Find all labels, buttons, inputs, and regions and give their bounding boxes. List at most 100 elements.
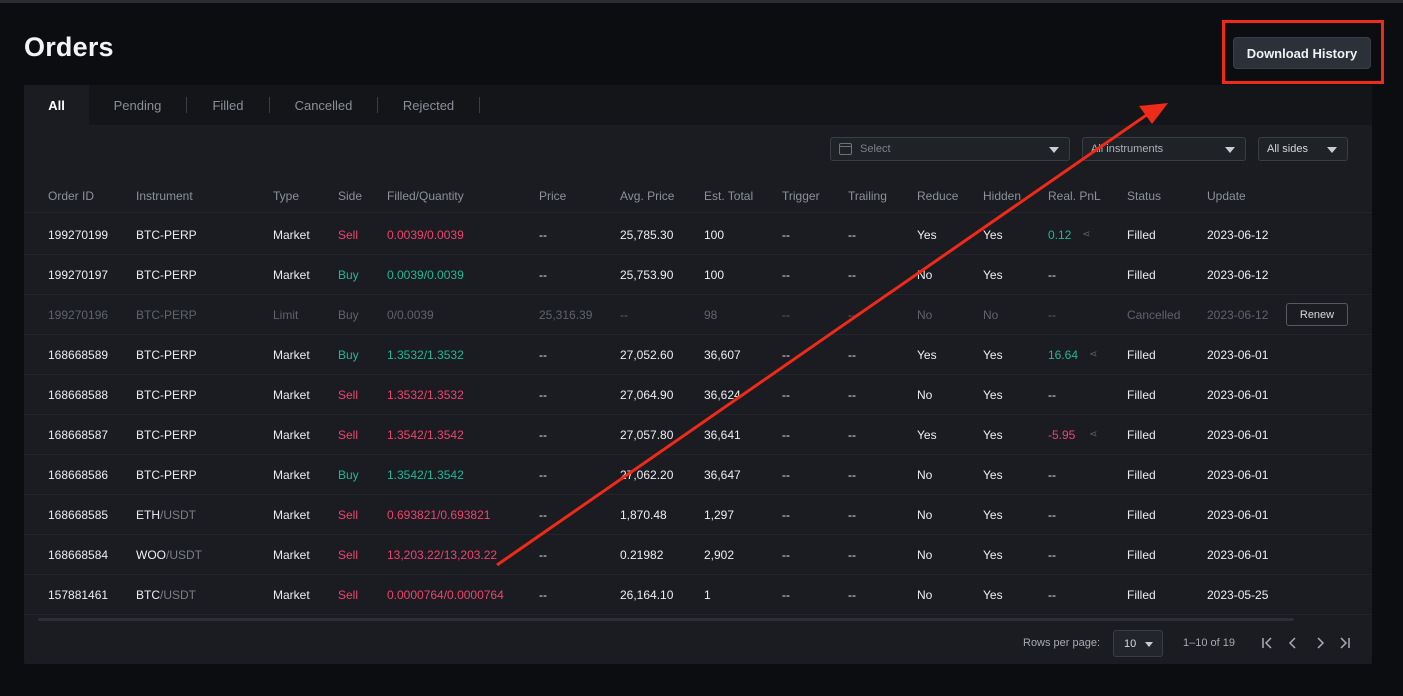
cell-side: Buy: [338, 268, 359, 282]
cell-status: Filled: [1127, 268, 1156, 282]
instrument-base: BTC-PERP: [136, 468, 197, 482]
column-header-avg-price: Avg. Price: [620, 189, 675, 203]
tab-rejected[interactable]: Rejected: [378, 85, 479, 125]
horizontal-scrollbar[interactable]: [38, 618, 1294, 621]
cell-price: --: [539, 388, 547, 402]
cell-type: Market: [273, 428, 310, 442]
cell-trigger: --: [782, 428, 790, 442]
table-row[interactable]: 199270197 BTC-PERP Market Buy 0.0039/0.0039 -…: [24, 255, 1372, 295]
cell-hidden: Yes: [983, 468, 1003, 482]
renew-button[interactable]: Renew: [1286, 303, 1348, 326]
cell-update: 2023-06-01: [1207, 428, 1269, 442]
table-row[interactable]: 199270199 BTC-PERP Market Sell 0.0039/0.0039…: [24, 215, 1372, 255]
cell-filled-quantity: 1.3542/1.3542: [387, 468, 464, 482]
cell-avg-price: 27,064.90: [620, 388, 674, 402]
cell-hidden: Yes: [983, 268, 1003, 282]
tab-cancelled[interactable]: Cancelled: [270, 85, 377, 125]
instrument-base: BTC-PERP: [136, 228, 197, 242]
cell-est-total: 1,297: [704, 508, 735, 522]
download-history-button[interactable]: Download History: [1233, 37, 1371, 69]
column-header-trailing: Trailing: [848, 189, 887, 203]
instrument-select[interactable]: All instruments: [1082, 137, 1246, 161]
cell-hidden: Yes: [983, 588, 1003, 602]
side-select-value: All sides: [1267, 143, 1308, 155]
chevron-right-icon: [1317, 637, 1325, 649]
cell-trailing: --: [848, 388, 856, 402]
cell-filled-quantity: 0/0.0039: [387, 308, 434, 322]
cell-trailing: --: [848, 548, 856, 562]
rows-per-page-value: 10: [1124, 637, 1137, 650]
column-header-instrument: Instrument: [136, 189, 193, 203]
column-header-price: Price: [539, 189, 567, 203]
cell-side: Buy: [338, 468, 359, 482]
table-row[interactable]: 168668586 BTC-PERP Market Buy 1.3542/1.3542 -…: [24, 455, 1372, 495]
column-header-trigger: Trigger: [782, 189, 820, 203]
last-page-button[interactable]: [1336, 632, 1354, 654]
cell-update: 2023-06-01: [1207, 508, 1269, 522]
cell-type: Market: [273, 548, 310, 562]
cell-trigger: --: [782, 228, 790, 242]
column-header-status: Status: [1127, 189, 1162, 203]
cell-real-pnl: -5.95: [1048, 428, 1076, 442]
instrument-quote: /USDT: [160, 508, 196, 522]
table-row[interactable]: 168668584 WOO/USDT Market Sell 13,203.22/13,…: [24, 535, 1372, 575]
table-row[interactable]: 199270196 BTC-PERP Limit Buy 0/0.0039 25,316.…: [24, 295, 1372, 335]
chevron-down-icon: [1145, 642, 1153, 647]
prev-page-button[interactable]: [1284, 632, 1302, 654]
date-select-placeholder: Select: [860, 143, 891, 155]
cell-real-pnl: --: [1048, 588, 1056, 602]
cell-price: --: [539, 348, 547, 362]
cell-status: Filled: [1127, 228, 1156, 242]
cell-price: 25,316.39: [539, 308, 593, 322]
cell-instrument: BTC-PERP: [136, 375, 197, 415]
tab-filled[interactable]: Filled: [187, 85, 269, 125]
column-header-reduce: Reduce: [917, 189, 959, 203]
first-page-button[interactable]: [1258, 632, 1276, 654]
table-row[interactable]: 168668587 BTC-PERP Market Sell 1.3542/1.3542…: [24, 415, 1372, 455]
tab-pending[interactable]: Pending: [89, 85, 186, 125]
cell-order-id: 168668585: [48, 508, 109, 522]
cell-price: --: [539, 548, 547, 562]
table-row[interactable]: 168668585 ETH/USDT Market Sell 0.693821/0.69…: [24, 495, 1372, 535]
table-row[interactable]: 168668588 BTC-PERP Market Sell 1.3532/1.3532…: [24, 375, 1372, 415]
first-page-icon: [1262, 637, 1272, 649]
rows-per-page-select[interactable]: 10: [1113, 630, 1163, 657]
column-header-est-total: Est. Total: [704, 189, 754, 203]
cell-trigger: --: [782, 468, 790, 482]
share-icon[interactable]: ⋖: [1089, 415, 1097, 455]
cell-hidden: Yes: [983, 348, 1003, 362]
table-row[interactable]: 157881461 BTC/USDT Market Sell 0.0000764/0.0…: [24, 575, 1372, 615]
cell-reduce: Yes: [917, 428, 937, 442]
cell-avg-price: 26,164.10: [620, 588, 674, 602]
pagination: Rows per page: 10 1–10 of 19: [24, 630, 1372, 658]
cell-order-id: 168668586: [48, 468, 109, 482]
next-page-button[interactable]: [1311, 632, 1329, 654]
cell-reduce: No: [917, 308, 933, 322]
date-range-select[interactable]: Select: [830, 137, 1070, 161]
instrument-quote: /USDT: [166, 548, 202, 562]
cell-avg-price: 25,753.90: [620, 268, 674, 282]
cell-reduce: No: [917, 268, 933, 282]
cell-reduce: No: [917, 468, 933, 482]
cell-real-pnl: --: [1048, 468, 1056, 482]
cell-status: Filled: [1127, 388, 1156, 402]
rows-per-page-label: Rows per page:: [1023, 637, 1101, 649]
cell-order-id: 199270197: [48, 268, 109, 282]
orders-table: Order ID Instrument Type Side Filled/Quantit…: [24, 181, 1372, 615]
cell-type: Market: [273, 388, 310, 402]
column-header-filled-quantity: Filled/Quantity: [387, 189, 464, 203]
table-row[interactable]: 168668589 BTC-PERP Market Buy 1.3532/1.3532 -…: [24, 335, 1372, 375]
cell-trailing: --: [848, 508, 856, 522]
tab-all[interactable]: All: [24, 85, 89, 125]
share-icon[interactable]: ⋖: [1082, 215, 1090, 255]
cell-real-pnl: --: [1048, 508, 1056, 522]
cell-type: Limit: [273, 308, 299, 322]
cell-status: Filled: [1127, 508, 1156, 522]
instrument-base: BTC: [136, 588, 160, 602]
share-icon[interactable]: ⋖: [1089, 335, 1097, 375]
cell-reduce: Yes: [917, 348, 937, 362]
cell-filled-quantity: 13,203.22/13,203.22: [387, 548, 498, 562]
side-select[interactable]: All sides: [1258, 137, 1348, 161]
tab-divider: [479, 97, 480, 113]
cell-avg-price: 0.21982: [620, 548, 664, 562]
